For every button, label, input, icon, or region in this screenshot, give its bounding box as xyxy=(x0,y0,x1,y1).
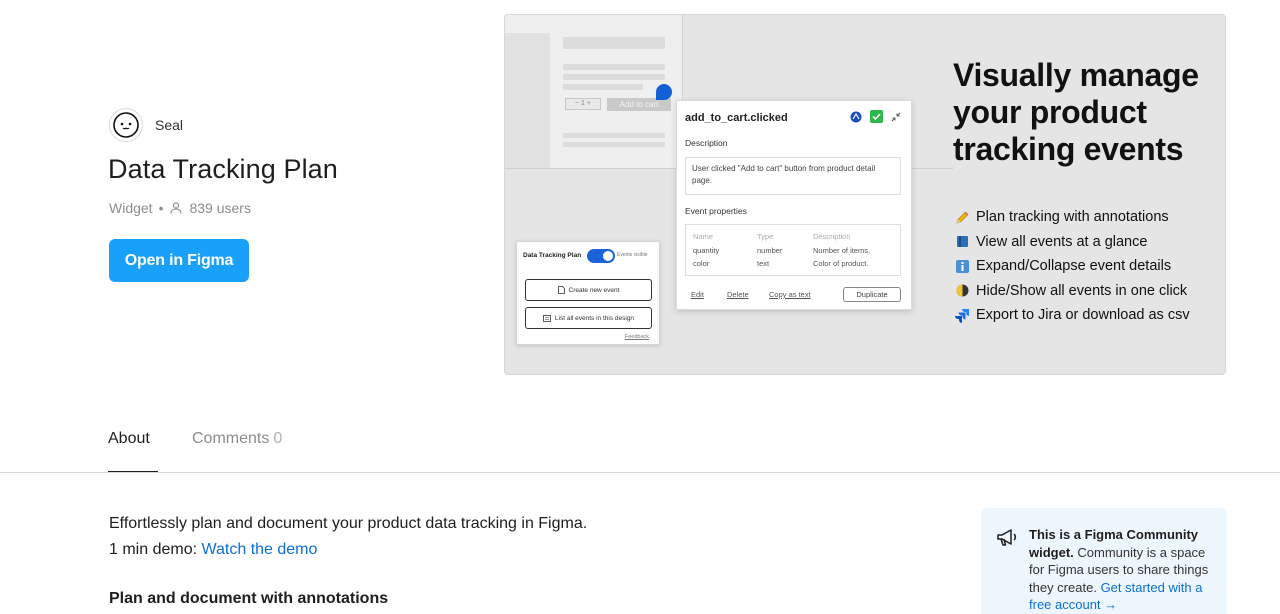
tab-comments[interactable]: Comments 0 xyxy=(192,430,282,473)
annotation-pin-icon xyxy=(656,84,672,100)
feature-text: Plan tracking with annotations xyxy=(976,209,1169,226)
mock-bar xyxy=(563,74,665,80)
resource-meta: Widget • 839 users xyxy=(109,200,251,216)
mock-quantity-stepper: − 1 + xyxy=(565,98,601,110)
event-properties-label: Event properties xyxy=(685,206,747,216)
events-visible-toggle xyxy=(587,249,615,263)
user-icon xyxy=(169,201,183,215)
mock-bar xyxy=(563,37,665,49)
plan-card-title: Data Tracking Plan xyxy=(523,252,582,259)
mock-product-page: − 1 + Add to cart xyxy=(505,15,683,169)
hero-image: − 1 + Add to cart add_to_cart.clicked De… xyxy=(504,14,1226,375)
feature-text: View all events at a glance xyxy=(976,233,1148,250)
feature-text: Export to Jira or download as csv xyxy=(976,307,1190,324)
feature-text: Expand/Collapse event details xyxy=(976,258,1172,275)
user-count: 839 users xyxy=(189,200,251,216)
list-all-events-label: List all events in this design xyxy=(554,314,635,322)
description-label: Description xyxy=(685,138,728,148)
demo-line: 1 min demo: Watch the demo xyxy=(109,537,587,563)
mock-bar xyxy=(563,142,665,147)
table-cell: quantity xyxy=(693,246,720,255)
list-all-events-button: List all events in this design xyxy=(525,307,652,329)
tab-bar: About Comments 0 xyxy=(108,430,282,473)
collapse-icon xyxy=(891,112,901,121)
tab-about[interactable]: About xyxy=(108,430,192,473)
seal-face-icon xyxy=(113,112,139,138)
feature-list: Plan tracking with annotations View all … xyxy=(955,205,1190,328)
column-header: Description xyxy=(813,232,851,241)
events-visible-label: Events visible xyxy=(617,252,648,258)
plan-card-mock: Data Tracking Plan Events visible Create… xyxy=(516,241,660,345)
check-icon xyxy=(870,110,883,123)
delete-link: Delete xyxy=(727,290,749,299)
about-description: Effortlessly plan and document your prod… xyxy=(109,511,587,563)
feature-item: Hide/Show all events in one click xyxy=(955,279,1190,304)
mock-bar xyxy=(563,64,665,70)
document-icon xyxy=(557,286,565,294)
author-name[interactable]: Seal xyxy=(155,117,183,133)
page-title: Data Tracking Plan xyxy=(108,154,338,184)
copy-as-text-link: Copy as text xyxy=(769,290,811,299)
event-description: User clicked "Add to cart" button from p… xyxy=(685,157,901,195)
mock-sidebar xyxy=(505,33,550,169)
feature-item: Plan tracking with annotations xyxy=(955,205,1190,230)
table-cell: color xyxy=(693,259,710,268)
edit-link: Edit xyxy=(691,290,704,299)
create-new-event-label: Create new event xyxy=(568,286,620,294)
event-card-icons xyxy=(850,110,901,123)
duplicate-button: Duplicate xyxy=(843,287,901,302)
watch-demo-link[interactable]: Watch the demo xyxy=(202,541,318,558)
author-avatar[interactable] xyxy=(109,108,143,142)
amplitude-icon xyxy=(850,111,862,122)
feedback-link: Feedback xyxy=(624,334,649,340)
section-heading: Plan and document with annotations xyxy=(109,590,389,607)
table-cell: number xyxy=(757,246,783,255)
feature-item: Export to Jira or download as csv xyxy=(955,303,1190,328)
megaphone-icon xyxy=(996,528,1018,553)
pencil-icon xyxy=(955,210,970,225)
table-cell: Number of items. xyxy=(813,246,871,255)
demo-prefix: 1 min demo: xyxy=(109,541,198,558)
open-in-figma-button[interactable]: Open in Figma xyxy=(109,239,249,282)
jira-icon xyxy=(955,308,970,323)
book-icon xyxy=(955,234,970,249)
author-row[interactable]: Seal xyxy=(109,108,183,142)
create-new-event-button: Create new event xyxy=(525,279,652,301)
comments-count: 0 xyxy=(273,430,283,447)
feature-item: Expand/Collapse event details xyxy=(955,254,1190,279)
info-icon xyxy=(955,259,970,274)
resource-type: Widget xyxy=(109,200,153,216)
table-cell: text xyxy=(757,259,770,268)
feature-text: Hide/Show all events in one click xyxy=(976,282,1188,299)
column-header: Type xyxy=(757,232,774,241)
hero-headline: Visually manage your product tracking ev… xyxy=(953,57,1199,167)
event-properties-table: Name Type Description quantity number Nu… xyxy=(685,224,901,276)
meta-separator: • xyxy=(158,200,164,216)
half-moon-icon xyxy=(955,283,970,298)
community-info-box: This is a Figma Community widget. Commun… xyxy=(981,508,1227,614)
column-header: Name xyxy=(693,232,714,241)
event-name: add_to_cart.clicked xyxy=(685,112,788,124)
tab-comments-label: Comments xyxy=(192,430,270,447)
about-line: Effortlessly plan and document your prod… xyxy=(109,515,588,532)
community-text: This is a Figma Community widget. Commun… xyxy=(1029,526,1213,614)
table-cell: Color of product. xyxy=(813,259,869,268)
mock-bar xyxy=(563,84,643,90)
event-card-mock: add_to_cart.clicked Description User cli… xyxy=(676,100,912,310)
list-icon xyxy=(543,314,551,322)
feature-item: View all events at a glance xyxy=(955,230,1190,255)
mock-bar xyxy=(563,133,665,138)
tab-divider xyxy=(0,472,1280,473)
